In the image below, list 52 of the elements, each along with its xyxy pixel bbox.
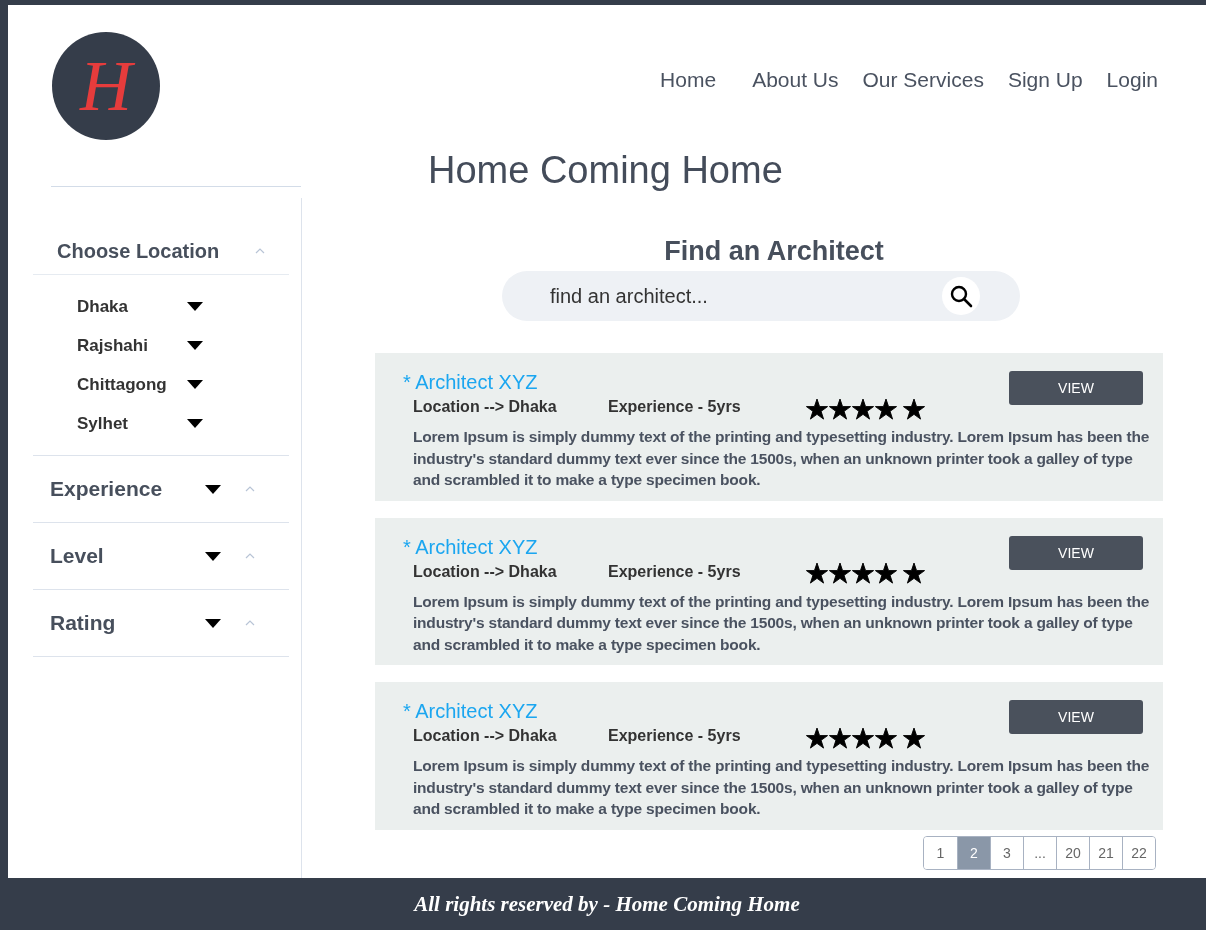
experience-text: Experience - 5yrs xyxy=(608,398,742,416)
search-field[interactable]: find an architect... xyxy=(502,271,1020,321)
description-text: Lorem Ipsum is simply dummy text of the printing and typesetting industry. Lorem Ipsum has been the industry's standard dummy text ever since the 1500s, when an unknown printer took a galley of type and scrambled it to make a type specimen book. xyxy=(413,427,1151,490)
filter-label[interactable]: Experience xyxy=(50,477,205,501)
footer-text: All rights reserved by - Home Coming Home xyxy=(414,891,800,917)
location-text: Location --> Dhaka xyxy=(413,727,558,745)
location-option[interactable]: Chittagong xyxy=(77,374,187,395)
star-icon xyxy=(875,727,897,749)
dropdown-icon[interactable] xyxy=(205,551,221,561)
dropdown-icon[interactable] xyxy=(205,484,221,494)
dropdown-icon[interactable] xyxy=(205,618,221,628)
description-text: Lorem Ipsum is simply dummy text of the printing and typesetting industry. Lorem Ipsum has been the industry's standard dummy text ever since the 1500s, when an unknown printer took a galley of type and scrambled it to make a type specimen book. xyxy=(413,756,1151,819)
location-text: Location --> Dhaka xyxy=(413,562,558,581)
star-icon xyxy=(875,398,897,420)
star-icon xyxy=(806,563,828,584)
nav-link[interactable]: Home xyxy=(660,68,717,92)
location-text: Location --> Dhaka xyxy=(413,398,558,416)
star-icon xyxy=(852,727,874,749)
dropdown-icon[interactable] xyxy=(187,380,203,389)
view-button[interactable]: VIEW xyxy=(1009,371,1143,405)
search-heading: Find an Architect xyxy=(664,236,884,267)
site-title: Home Coming Home xyxy=(428,148,784,193)
star-icon xyxy=(903,398,925,420)
star-icon xyxy=(903,563,925,584)
star-icon xyxy=(852,398,874,420)
filter-label[interactable]: Choose Location xyxy=(57,239,255,263)
star-icon xyxy=(903,727,925,749)
star-icon xyxy=(829,727,851,749)
filter-label[interactable]: Level xyxy=(50,544,205,568)
location-option[interactable]: Sylhet xyxy=(77,413,187,434)
nav-link[interactable]: About Us xyxy=(752,68,839,92)
view-button[interactable]: VIEW xyxy=(1009,700,1143,734)
star-icon xyxy=(852,563,874,584)
experience-text: Experience - 5yrs xyxy=(608,727,742,745)
star-icon xyxy=(875,563,897,584)
view-button[interactable]: VIEW xyxy=(1009,535,1143,570)
dropdown-icon[interactable] xyxy=(187,302,203,311)
star-icon xyxy=(829,398,851,420)
experience-text: Experience - 5yrs xyxy=(608,562,742,581)
star-icon xyxy=(829,563,851,584)
star-icon xyxy=(806,398,828,420)
nav-link[interactable]: Our Services xyxy=(862,68,984,92)
description-text: Lorem Ipsum is simply dummy text of the printing and typesetting industry. Lorem Ipsum has been the industry's standard dummy text ever since the 1500s, when an unknown printer took a galley of type and scrambled it to make a type specimen book. xyxy=(413,591,1151,655)
star-icon xyxy=(806,727,828,749)
nav-link[interactable]: Login xyxy=(1106,68,1158,92)
dropdown-icon[interactable] xyxy=(187,419,203,428)
filter-label[interactable]: Rating xyxy=(50,611,205,635)
nav-link[interactable]: Sign Up xyxy=(1007,68,1083,92)
page-button[interactable]: 22 xyxy=(1122,836,1155,869)
location-option[interactable]: Dhaka xyxy=(77,296,187,317)
location-option[interactable]: Rajshahi xyxy=(77,335,187,356)
dropdown-icon[interactable] xyxy=(187,341,203,350)
